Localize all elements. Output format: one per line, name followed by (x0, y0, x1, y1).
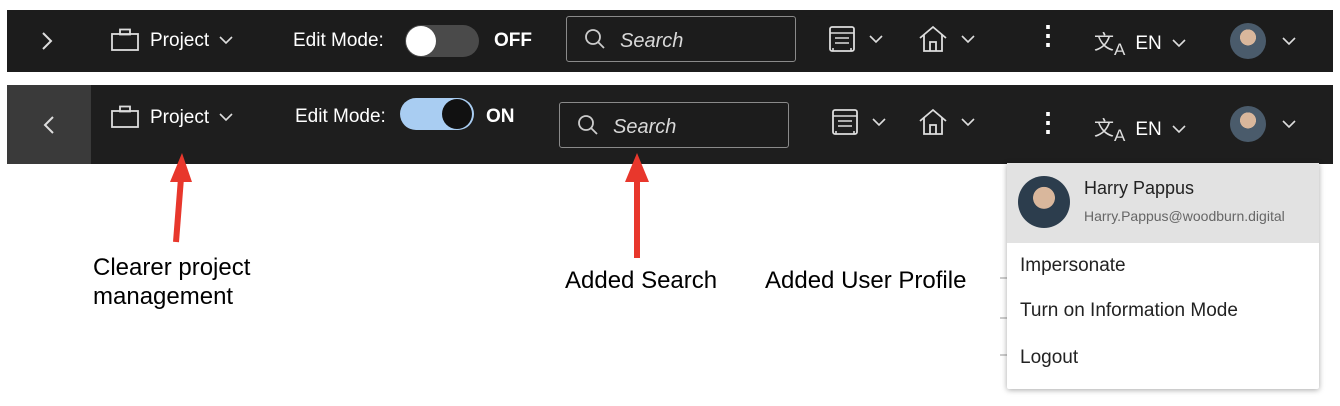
menu-item-information-mode[interactable]: Turn on Information Mode (1020, 300, 1238, 322)
user-email: Harry.Pappus@woodburn.digital (1084, 208, 1285, 224)
user-profile-header: Harry Pappus Harry.Pappus@woodburn.digit… (1007, 163, 1319, 243)
annotation-profile: Added User Profile (765, 267, 967, 294)
menu-item-impersonate[interactable]: Impersonate (1020, 255, 1126, 277)
user-dropdown-menu: Harry Pappus Harry.Pappus@woodburn.digit… (1007, 163, 1319, 389)
avatar (1018, 176, 1070, 228)
user-name: Harry Pappus (1084, 178, 1195, 198)
menu-item-logout[interactable]: Logout (1020, 347, 1078, 369)
annotation-search: Added Search (565, 267, 718, 294)
arrow-project (170, 153, 192, 243)
arrow-search (625, 153, 649, 258)
annotation-project: Clearer project management (93, 254, 251, 310)
arrow-profile (1000, 277, 1007, 356)
